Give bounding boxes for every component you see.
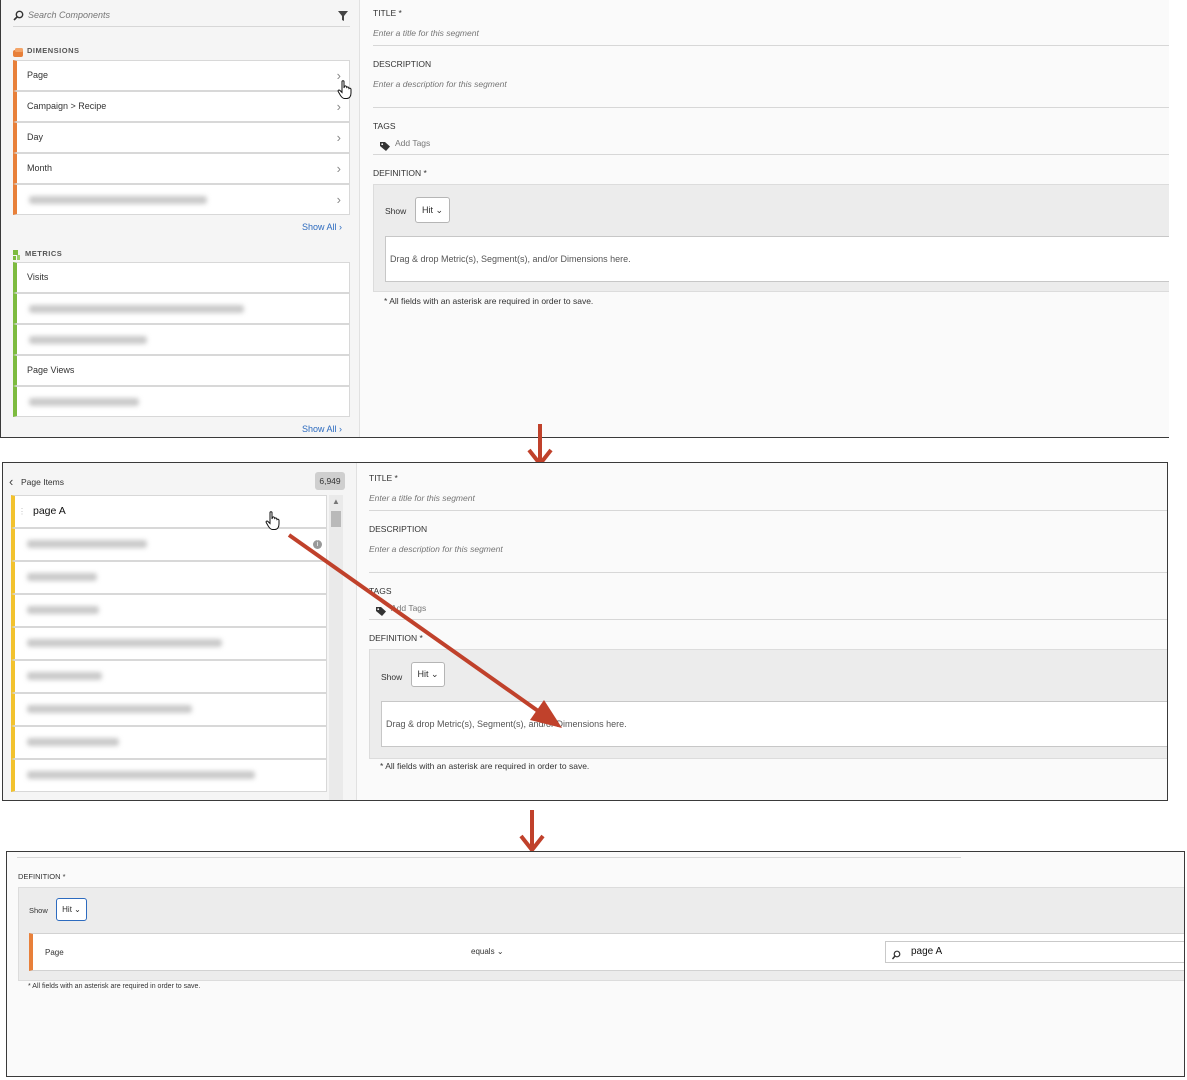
metrics-header: METRICS	[25, 249, 63, 258]
redacted-text	[27, 705, 192, 713]
chevron-left-icon[interactable]: ‹	[9, 474, 13, 489]
item-count-badge: 6,949	[315, 472, 345, 490]
dimension-item-campaign-recipe[interactable]: Campaign > Recipe ›	[13, 91, 350, 122]
page-item-redacted[interactable]	[11, 594, 327, 627]
dimension-item-label: Page	[27, 70, 49, 80]
rule-row[interactable]: Page equals ⌄ page A	[29, 933, 1184, 971]
dimensions-show-all-link[interactable]: Show All ›	[302, 222, 342, 232]
page-item-redacted[interactable]	[11, 627, 327, 660]
page-item-redacted[interactable]	[11, 759, 327, 792]
filter-icon[interactable]	[338, 8, 348, 26]
search-icon	[13, 8, 24, 26]
redacted-text	[27, 672, 102, 680]
redacted-text	[27, 606, 99, 614]
redacted-text	[27, 639, 222, 647]
drag-handle-icon[interactable]: ⋮	[18, 496, 26, 527]
metric-item-redacted[interactable]	[13, 386, 350, 417]
dimensions-header: DIMENSIONS	[27, 46, 80, 55]
page-item-redacted[interactable]	[11, 726, 327, 759]
definition-label: DEFINITION *	[373, 168, 427, 178]
add-tags-input[interactable]: Add Tags	[395, 138, 430, 148]
definition-container: Show Hit ⌄ Drag & drop Metric(s), Segmen…	[373, 184, 1169, 292]
dimension-item-label: Campaign > Recipe	[27, 101, 107, 111]
tags-label: TAGS	[373, 121, 396, 131]
redacted-text	[29, 398, 139, 406]
dimension-item-redacted[interactable]: ›	[13, 184, 350, 215]
down-arrow-icon	[518, 808, 546, 854]
scroll-up-icon[interactable]: ▲	[332, 497, 340, 506]
definition-container: Show Hit ⌄ Page equals ⌄ page A	[18, 887, 1184, 981]
rule-value-text: page A	[911, 946, 943, 957]
show-label: Show	[29, 906, 48, 915]
metrics-show-all-link[interactable]: Show All ›	[302, 424, 342, 434]
metric-item-redacted[interactable]	[13, 324, 350, 355]
page-item-redacted[interactable]	[11, 693, 327, 726]
drag-arrow-icon	[286, 532, 566, 732]
required-note: * All fields with an asterisk are requir…	[28, 983, 201, 990]
search-input[interactable]	[28, 8, 308, 22]
dimension-item-label: Day	[27, 132, 44, 142]
chevron-right-icon[interactable]: ›	[337, 185, 341, 214]
chevron-down-icon: ⌄	[74, 905, 81, 914]
chevron-down-icon: ⌄	[496, 947, 504, 956]
redacted-text	[27, 738, 119, 746]
title-input[interactable]	[369, 491, 1149, 505]
page-items-title[interactable]: Page Items	[21, 477, 64, 487]
rule-operator-select[interactable]: equals ⌄	[471, 947, 504, 956]
metric-item-label: Page Views	[27, 365, 75, 375]
title-label: TITLE *	[373, 8, 402, 18]
rule-dimension-label: Page	[45, 948, 64, 957]
title-label: TITLE *	[369, 473, 398, 483]
required-note: * All fields with an asterisk are requir…	[384, 296, 594, 306]
required-note: * All fields with an asterisk are requir…	[380, 761, 590, 771]
search-icon	[891, 947, 901, 965]
dimension-item-day[interactable]: Day ›	[13, 122, 350, 153]
title-input[interactable]	[373, 26, 1153, 40]
redacted-text	[27, 540, 147, 548]
show-label: Show	[385, 206, 407, 216]
definition-label: DEFINITION *	[18, 872, 66, 881]
redacted-text	[29, 196, 207, 204]
rule-value-input[interactable]: page A	[885, 941, 1184, 965]
dimension-item-month[interactable]: Month ›	[13, 153, 350, 184]
page-item-redacted[interactable]	[11, 660, 327, 693]
chevron-right-icon[interactable]: ›	[337, 154, 341, 183]
description-input[interactable]	[373, 77, 1153, 91]
components-rail: DIMENSIONS Page› Campaign > Recipe› Day›…	[1, 0, 360, 437]
show-select[interactable]: Hit ⌄	[415, 197, 450, 223]
redacted-text	[27, 771, 255, 779]
scroll-thumb[interactable]	[331, 511, 341, 527]
drop-zone[interactable]: Drag & drop Metric(s), Segment(s), and/o…	[385, 236, 1169, 282]
chevron-right-icon[interactable]: ›	[337, 123, 341, 152]
hand-cursor-icon	[337, 80, 353, 105]
metric-item-label: Visits	[27, 272, 49, 282]
page-item-label: page A	[33, 505, 66, 517]
page-item-redacted[interactable]	[11, 561, 327, 594]
hand-cursor-icon	[265, 511, 281, 536]
segment-builder-step1: DIMENSIONS Page› Campaign > Recipe› Day›…	[0, 0, 1169, 438]
redacted-text	[29, 336, 147, 344]
description-label: DESCRIPTION	[373, 59, 432, 69]
segment-builder-step3: DEFINITION * Show Hit ⌄ Page equals ⌄ pa…	[6, 851, 1185, 1077]
dimension-item-label: Month	[27, 163, 53, 173]
segment-builder-step2: ‹ Page Items 6,949 ▲ ⋮page A i TITLE * D…	[2, 462, 1168, 801]
redacted-text	[29, 305, 244, 313]
metric-item-page-views[interactable]: Page Views	[13, 355, 350, 386]
metric-item-visits[interactable]: Visits	[13, 262, 350, 293]
dimension-item-page[interactable]: Page ›	[13, 60, 350, 91]
show-select[interactable]: Hit ⌄	[56, 898, 87, 921]
chevron-down-icon: ⌄	[435, 205, 444, 215]
metric-item-redacted[interactable]	[13, 293, 350, 324]
redacted-text	[27, 573, 97, 581]
